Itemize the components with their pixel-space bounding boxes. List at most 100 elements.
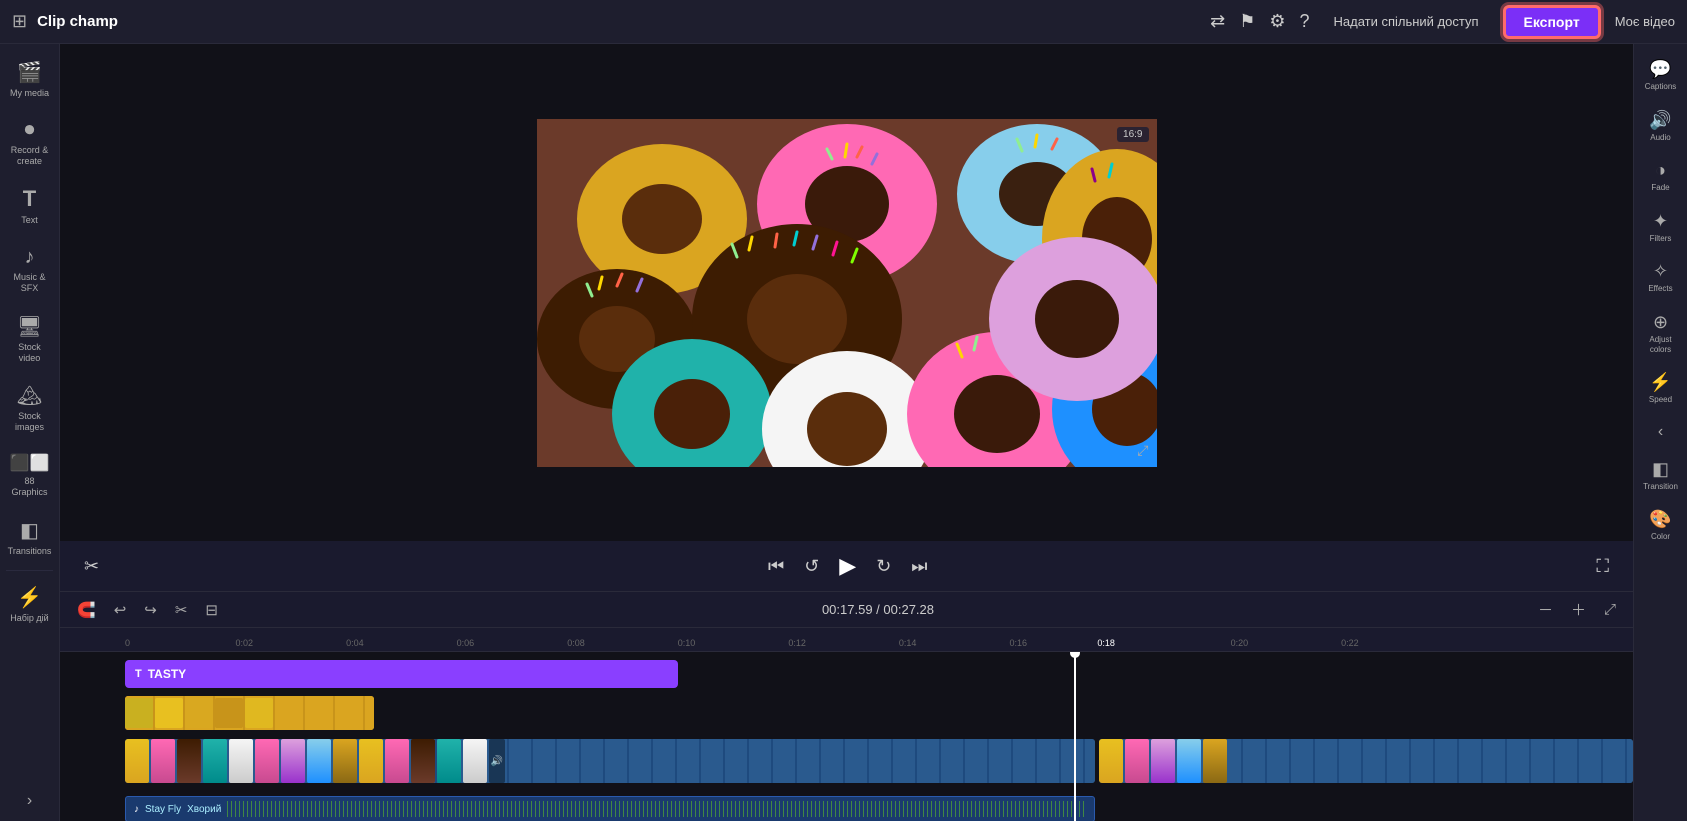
skip-forward-button[interactable]: ⏭ [907,552,931,581]
sidebar-item-music-sfx[interactable]: ♪ Music & SFX [4,238,56,302]
time-display: 00:17.59 / 00:27.28 [822,602,934,617]
export-button[interactable]: Експорт [1503,5,1601,39]
ruler-mark-002: 0:02 [236,638,254,648]
sidebar-item-text-label: Text [21,215,38,226]
rs-item-audio[interactable]: 🔊 Audio [1636,103,1686,150]
audio-clip[interactable]: ♪ Stay Fly Хворий [125,796,1095,821]
ruler-mark-014: 0:14 [899,638,917,648]
grid-icon[interactable]: ⊞ [12,11,27,32]
strip-cell [1125,739,1149,783]
rs-item-color-label: Color [1651,532,1670,542]
rs-item-filters[interactable]: ✦ Filters [1636,204,1686,251]
sidebar-item-stock-images[interactable]: 🏔 Stock images [4,375,56,441]
forward-button[interactable]: ↻ [872,552,895,581]
right-sidebar-collapse-button[interactable]: ‹ [1653,420,1668,444]
sidebar-item-text[interactable]: T Text [4,178,56,234]
sidebar-item-my-media[interactable]: 🎬 My media [4,52,56,107]
effects-icon: ✧ [1653,261,1668,282]
sidebar-item-transitions[interactable]: ◧ Transitions [4,510,56,565]
ctrl-center: ⏮ ↺ ▶ ↻ ⏭ [764,549,932,583]
video-clip-thumb [125,696,374,730]
connections-icon-button[interactable]: ⇄ [1210,11,1225,32]
sidebar-item-music-sfx-label: Music & SFX [8,272,52,294]
thumb-2 [155,698,183,728]
text-clip-icon: T [135,668,142,680]
speed-icon: ⚡ [1649,372,1671,393]
main-video-strip-1: 🔊 [125,739,1095,783]
thumb-5 [245,698,273,728]
expand-icon[interactable]: ⤢ [1137,442,1148,459]
audio-track-content: ♪ Stay Fly Хворий [125,791,1633,821]
stock-video-icon: 🖥 [17,314,42,339]
main-video-clip-2[interactable] [1099,739,1633,783]
music-sfx-icon: ♪ [25,246,35,269]
play-button[interactable]: ▶ [835,549,860,583]
sidebar-item-graphics-label: 88 Graphics [8,476,52,498]
help-icon-button[interactable]: ? [1299,11,1309,32]
rs-item-fade[interactable]: ◑ Fade [1636,153,1686,200]
rs-item-fade-label: Fade [1651,183,1669,193]
cut-button[interactable]: ✂ [170,598,193,622]
timeline-tracks: T TASTY [60,652,1633,821]
sidebar-item-record-create[interactable]: ⏺ Record & create [4,111,56,175]
strip-cell [203,739,227,783]
video-canvas: 16:9 ⤢ [537,119,1157,467]
timeline-toolbar: 🧲 ↩ ↪ ✂ ⊟ 00:17.59 / 00:27.28 － ＋ ⤢ [60,592,1633,628]
top-bar: ⊞ Clip champ ⇄ ⚑ ⚙ ? Надати спільний дос… [0,0,1687,44]
zoom-out-button[interactable]: － [1533,596,1558,623]
text-clip[interactable]: T TASTY [125,660,678,688]
left-sidebar: 🎬 My media ⏺ Record & create T Text ♪ Mu… [0,44,60,821]
strip-cell [151,739,175,783]
transition-icon: ◧ [1652,459,1669,480]
split-button[interactable]: ⊟ [200,598,223,622]
settings-icon-button[interactable]: ⚙ [1269,11,1285,32]
strip-cell [125,739,149,783]
sidebar-item-my-media-label: My media [10,88,49,99]
rs-item-audio-label: Audio [1650,133,1670,143]
center-area: 16:9 ⤢ ✂ ⏮ ↺ ▶ ↻ ⏭ ⛶ � [60,44,1633,821]
strip-cell [411,739,435,783]
magnet-tool-button[interactable]: 🧲 [72,598,101,622]
video-short-clip[interactable] [125,696,374,730]
thumb-1 [125,698,153,728]
strip-cell [1177,739,1201,783]
rewind-button[interactable]: ↺ [800,552,823,581]
adjust-colors-icon: ⊕ [1653,312,1668,333]
zoom-in-button[interactable]: ＋ [1566,596,1591,623]
app-title: Clip champ [37,13,118,30]
text-clip-label: TASTY [148,667,186,681]
top-bar-left: ⊞ Clip champ [12,11,118,32]
rs-item-speed[interactable]: ⚡ Speed [1636,365,1686,412]
flag-icon-button[interactable]: ⚑ [1239,11,1255,32]
skip-back-button[interactable]: ⏮ [764,552,788,581]
fullscreen-button[interactable]: ⛶ [1592,552,1613,581]
rs-item-color[interactable]: 🎨 Color [1636,502,1686,549]
rs-item-captions[interactable]: 💬 Captions [1636,52,1686,99]
rs-item-effects[interactable]: ✧ Effects [1636,254,1686,301]
rs-item-adjust-colors[interactable]: ⊕ Adjust colors [1636,305,1686,361]
rs-item-filters-label: Filters [1650,234,1672,244]
ruler-mark-010: 0:10 [678,638,696,648]
trim-icon-button[interactable]: ✂ [80,552,103,581]
sidebar-separator [6,570,53,571]
undo-button[interactable]: ↩ [109,598,132,622]
sidebar-item-graphics[interactable]: ⬛⬜ 88 Graphics [4,445,56,506]
ruler-mark-018: 0:18 [1097,638,1115,648]
sidebar-item-stock-video[interactable]: 🖥 Stock video [4,306,56,372]
main-video-clip-1[interactable]: 🔊 [125,739,1095,783]
fit-button[interactable]: ⤢ [1599,598,1621,621]
share-button[interactable]: Надати спільний доступ [1323,8,1488,35]
rs-item-transition[interactable]: ◧ Transition [1636,452,1686,499]
timeline-ruler: 0 0:02 0:04 0:06 0:08 0:10 0:12 0:14 0:1… [60,628,1633,652]
graphics-icon: ⬛⬜ [10,453,50,473]
preview-controls: ✂ ⏮ ↺ ▶ ↻ ⏭ ⛶ [60,541,1633,591]
main-video-track-content: 🔊 [125,736,1633,788]
sidebar-collapse-button[interactable]: › [22,789,37,813]
video-short-track-content [125,695,1633,733]
rs-item-speed-label: Speed [1649,395,1672,405]
sidebar-item-action-set[interactable]: ⚡ Набір дій [4,577,56,632]
redo-button[interactable]: ↪ [139,598,162,622]
my-media-icon: 🎬 [17,60,42,85]
strip-cell [385,739,409,783]
thumb-3 [185,698,213,728]
